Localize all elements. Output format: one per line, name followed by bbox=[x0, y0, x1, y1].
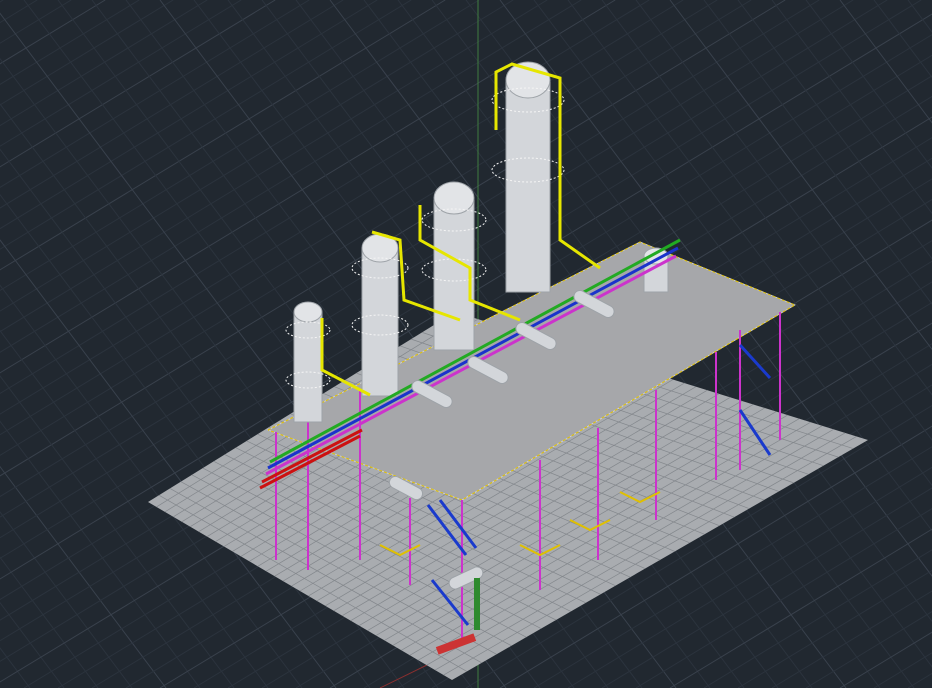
column-vessel-4[interactable] bbox=[491, 61, 565, 293]
drawing-canvas[interactable] bbox=[0, 0, 932, 688]
process-plant-model[interactable] bbox=[148, 61, 868, 680]
grid-line bbox=[0, 647, 31, 688]
grid-line bbox=[0, 0, 72, 44]
grid-line bbox=[873, 652, 932, 688]
grid-line bbox=[737, 0, 932, 260]
model-viewport[interactable] bbox=[0, 0, 932, 688]
grid-line bbox=[0, 0, 174, 106]
grid-line bbox=[873, 0, 932, 79]
grid-line bbox=[0, 0, 38, 24]
grid-line bbox=[0, 284, 303, 688]
grid-line bbox=[0, 0, 276, 168]
grid-line bbox=[805, 611, 932, 688]
grid-line bbox=[805, 0, 932, 169]
grid-line bbox=[0, 375, 235, 688]
grid-line bbox=[0, 0, 208, 127]
grid-line bbox=[0, 556, 99, 688]
grid-line bbox=[0, 0, 106, 65]
grid-line bbox=[737, 569, 932, 688]
riser-green bbox=[474, 578, 480, 630]
